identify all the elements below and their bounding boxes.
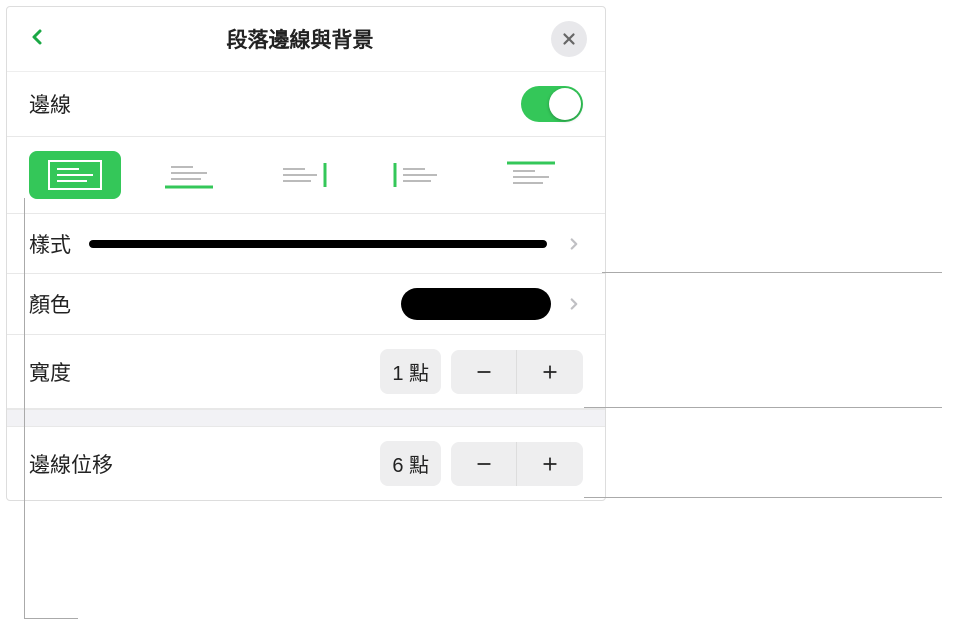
width-decrease-button[interactable] (451, 350, 517, 394)
chevron-right-icon (565, 235, 583, 253)
color-swatch (401, 288, 551, 320)
border-background-panel: 段落邊線與背景 邊線 (6, 6, 606, 501)
side-tab-right[interactable] (257, 151, 349, 199)
all-sides-icon (47, 159, 103, 191)
side-tab-left[interactable] (371, 151, 463, 199)
back-icon[interactable] (25, 25, 49, 54)
side-tab-all[interactable] (29, 151, 121, 199)
minus-icon (474, 454, 494, 474)
right-side-icon (275, 159, 331, 191)
width-row: 寬度 1 點 (7, 335, 605, 409)
offset-value: 6 點 (380, 441, 441, 486)
offset-label: 邊線位移 (29, 449, 113, 479)
panel-title: 段落邊線與背景 (49, 24, 551, 54)
side-tab-top[interactable] (485, 151, 577, 199)
plus-icon (540, 454, 560, 474)
side-tabs (7, 137, 605, 214)
callout-line (584, 497, 942, 498)
callout-line (602, 272, 942, 273)
style-preview-line (89, 240, 547, 248)
panel-content: 邊線 (7, 72, 605, 500)
border-toggle[interactable] (521, 86, 583, 122)
style-label: 樣式 (29, 229, 71, 259)
width-label: 寬度 (29, 357, 71, 387)
offset-stepper (451, 442, 583, 486)
callout-line (24, 618, 78, 619)
close-button[interactable] (551, 21, 587, 57)
section-gap (7, 409, 605, 427)
style-row[interactable]: 樣式 (7, 214, 605, 274)
callout-line (24, 198, 25, 618)
left-side-icon (389, 159, 445, 191)
callout-line (584, 407, 942, 408)
chevron-right-icon (565, 295, 583, 313)
color-row[interactable]: 顏色 (7, 274, 605, 335)
width-stepper (451, 350, 583, 394)
border-toggle-row: 邊線 (7, 72, 605, 137)
side-tab-bottom[interactable] (143, 151, 235, 199)
panel-header: 段落邊線與背景 (7, 7, 605, 72)
offset-decrease-button[interactable] (451, 442, 517, 486)
close-icon (560, 30, 578, 48)
top-side-icon (503, 159, 559, 191)
offset-increase-button[interactable] (517, 442, 583, 486)
bottom-side-icon (161, 159, 217, 191)
plus-icon (540, 362, 560, 382)
color-label: 顏色 (29, 289, 71, 319)
border-label: 邊線 (29, 89, 71, 119)
width-value: 1 點 (380, 349, 441, 394)
offset-row: 邊線位移 6 點 (7, 427, 605, 500)
width-increase-button[interactable] (517, 350, 583, 394)
minus-icon (474, 362, 494, 382)
